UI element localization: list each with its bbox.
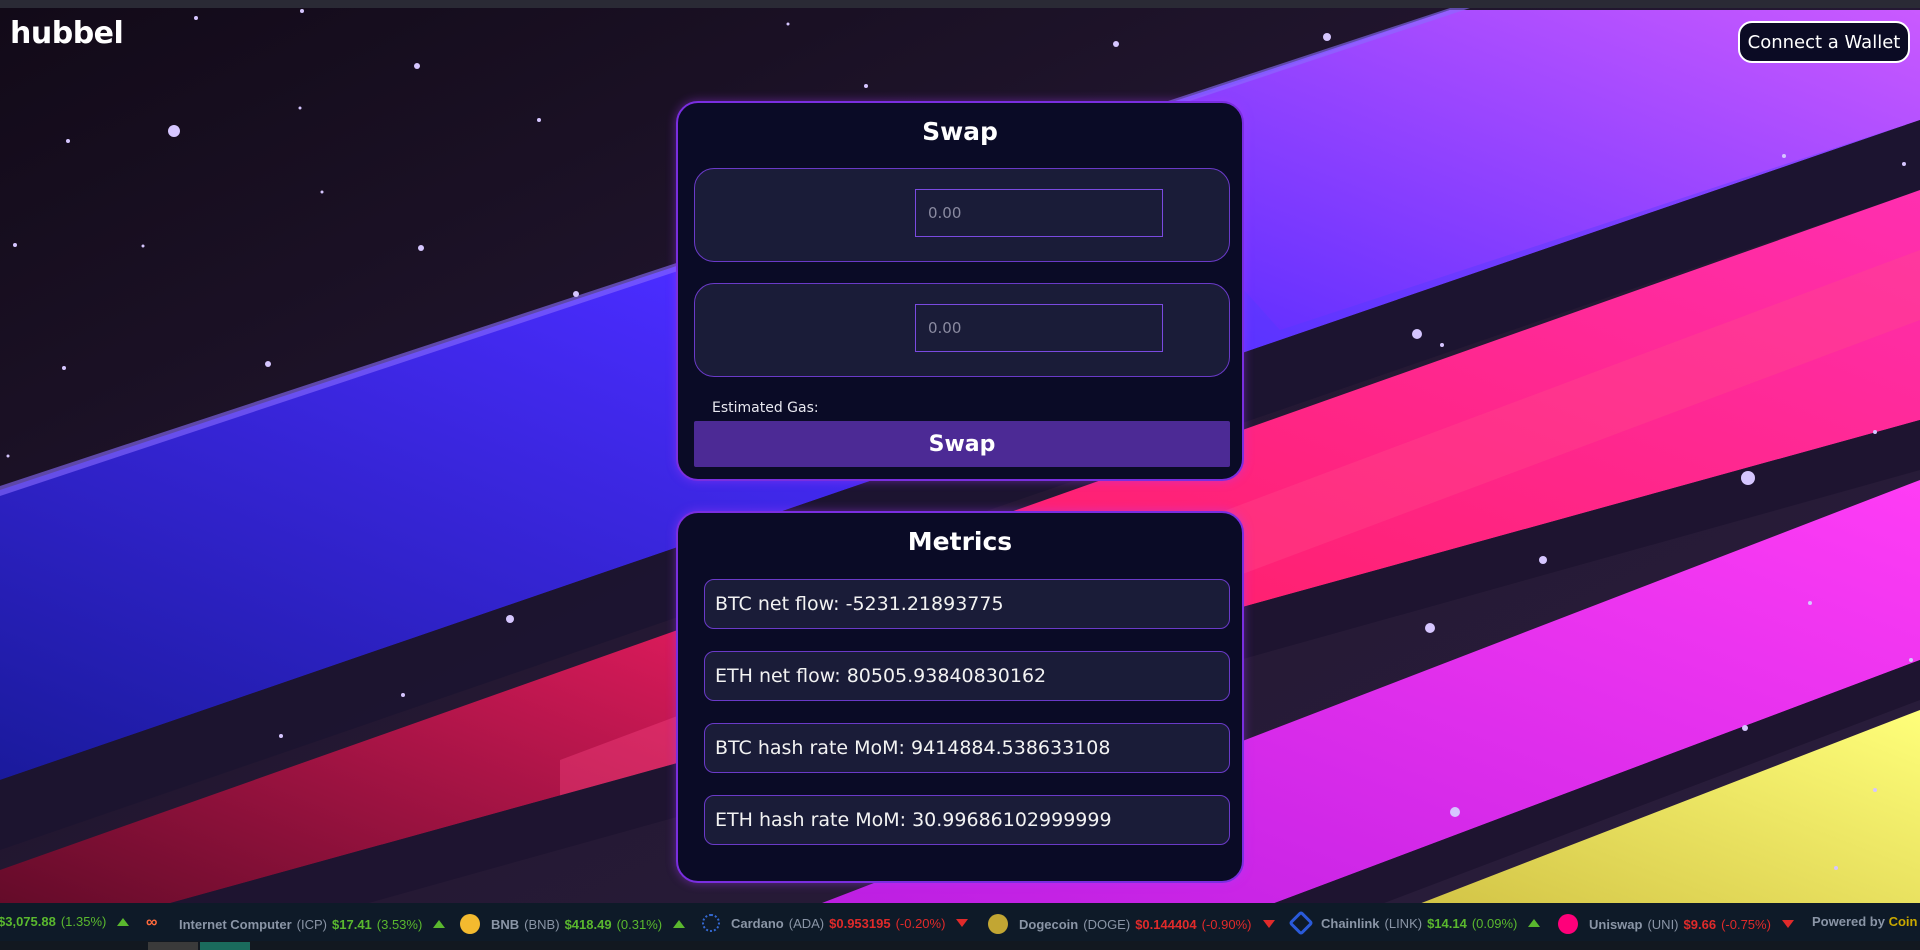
ticker-name: Cardano <box>731 915 784 931</box>
ticker-change: (-0.20%) <box>895 915 946 931</box>
ticker-item[interactable]: $3,075.88 (1.35%) <box>0 914 130 929</box>
ticker-item[interactable]: Chainlink (LINK) $14.14 (0.09%) <box>1288 910 1541 936</box>
ticker-item[interactable]: ∞ Internet Computer (ICP) $17.41 (3.53%) <box>146 914 446 934</box>
swap-button[interactable]: Swap <box>694 421 1230 467</box>
ticker-price: $3,075.88 <box>0 914 56 929</box>
ticker-item[interactable]: Uniswap (UNI) $9.66 (-0.75%) <box>1558 914 1794 934</box>
powered-by-link[interactable]: Powered by Coin <box>1812 914 1917 929</box>
browser-bottom-strip <box>0 941 1920 950</box>
dogecoin-icon <box>988 914 1008 934</box>
ticker-symbol: (ADA) <box>788 915 825 931</box>
uniswap-icon <box>1558 914 1578 934</box>
price-ticker: $3,075.88 (1.35%) ∞ Internet Computer (I… <box>0 903 1920 941</box>
down-arrow-icon <box>1262 920 1275 928</box>
bnb-icon <box>460 914 480 934</box>
ticker-change: (3.53%) <box>376 916 423 932</box>
ticker-name: Uniswap <box>1589 916 1643 932</box>
chainlink-icon <box>1288 910 1314 936</box>
app-logo[interactable]: hubbel <box>10 16 124 51</box>
swap-card: Swap Estimated Gas: Swap <box>676 101 1244 481</box>
taskbar-item[interactable] <box>148 942 198 950</box>
from-amount-input[interactable] <box>915 189 1163 237</box>
ticker-name: Internet Computer <box>179 916 292 932</box>
metrics-title: Metrics <box>907 527 1013 556</box>
to-token-row <box>694 283 1230 377</box>
up-arrow-icon <box>117 917 130 926</box>
browser-top-strip <box>0 0 1920 8</box>
infinity-icon: ∞ <box>146 914 158 931</box>
ticker-price: $17.41 <box>332 916 372 932</box>
ticker-price: $418.49 <box>564 916 612 932</box>
ticker-price: $0.953195 <box>829 915 891 931</box>
ticker-price: $9.66 <box>1683 916 1717 932</box>
ticker-symbol: (BNB) <box>524 916 560 932</box>
to-amount-input[interactable] <box>915 304 1163 352</box>
ticker-symbol: (LINK) <box>1384 915 1423 931</box>
ticker-change: (0.09%) <box>1471 915 1518 931</box>
ticker-symbol: (DOGE) <box>1083 916 1131 932</box>
down-arrow-icon <box>956 919 969 927</box>
up-arrow-icon <box>433 920 446 928</box>
metric-btc-hash-rate: BTC hash rate MoM: 9414884.538633108 <box>704 723 1230 773</box>
ticker-change: (1.35%) <box>60 914 107 929</box>
metric-btc-net-flow: BTC net flow: -5231.21893775 <box>704 579 1230 629</box>
ticker-price: $0.144404 <box>1135 916 1197 932</box>
ticker-name: Dogecoin <box>1019 916 1079 932</box>
ticker-change: (-0.90%) <box>1201 916 1252 932</box>
metric-eth-net-flow: ETH net flow: 80505.93840830162 <box>704 651 1230 701</box>
powered-by-brand: Coin <box>1888 914 1918 929</box>
ticker-name: BNB <box>491 916 520 932</box>
ticker-change: (-0.75%) <box>1721 916 1771 932</box>
up-arrow-icon <box>673 920 686 928</box>
powered-by-label: Powered by <box>1812 914 1885 929</box>
down-arrow-icon <box>1781 920 1794 928</box>
from-token-row <box>694 168 1230 262</box>
ticker-symbol: (ICP) <box>296 916 328 932</box>
ticker-item[interactable]: Dogecoin (DOGE) $0.144404 (-0.90%) <box>988 914 1275 934</box>
metric-eth-hash-rate: ETH hash rate MoM: 30.99686102999999 <box>704 795 1230 845</box>
ticker-change: (0.31%) <box>616 916 663 932</box>
swap-title: Swap <box>922 117 998 146</box>
cardano-icon <box>702 914 720 932</box>
ticker-name: Chainlink <box>1321 915 1380 931</box>
ticker-symbol: (UNI) <box>1647 916 1679 932</box>
up-arrow-icon <box>1528 919 1541 927</box>
ticker-price: $14.14 <box>1427 915 1467 931</box>
ticker-item[interactable]: Cardano (ADA) $0.953195 (-0.20%) <box>702 914 969 932</box>
estimated-gas-label: Estimated Gas: <box>712 400 819 416</box>
ticker-item[interactable]: BNB (BNB) $418.49 (0.31%) <box>460 914 686 934</box>
metrics-card: Metrics BTC net flow: -5231.21893775 ETH… <box>676 511 1244 883</box>
connect-wallet-button[interactable]: Connect a Wallet <box>1738 21 1910 63</box>
taskbar-item[interactable] <box>200 942 250 950</box>
